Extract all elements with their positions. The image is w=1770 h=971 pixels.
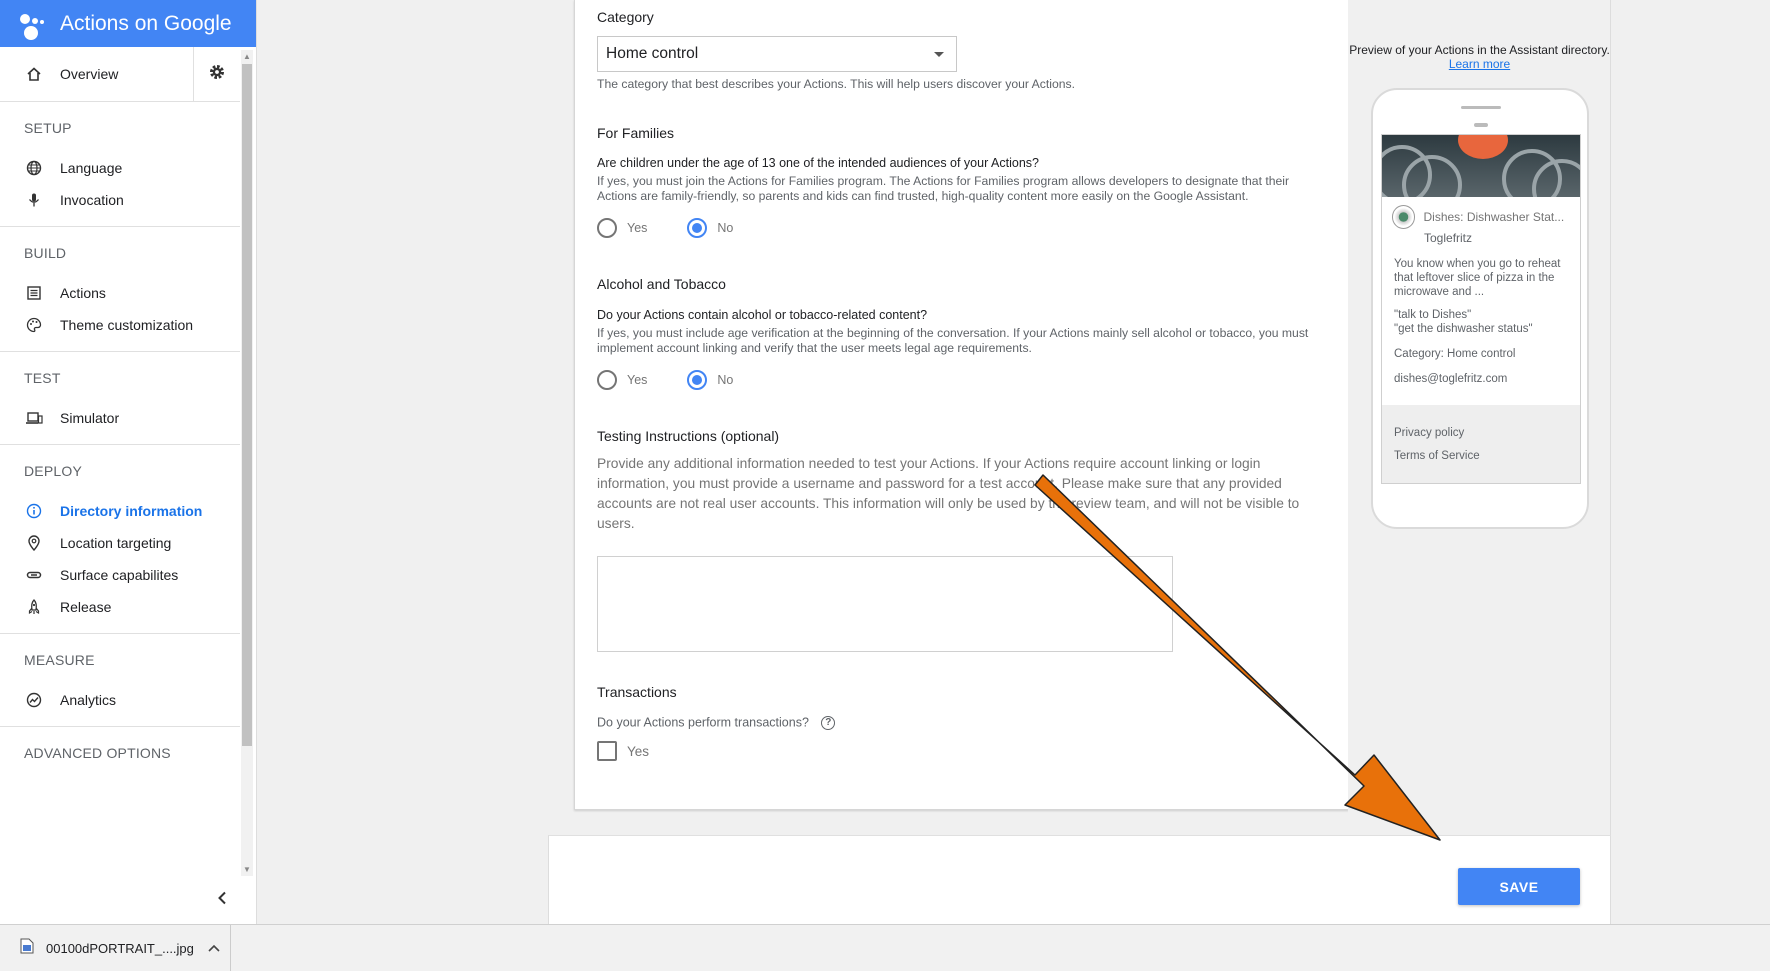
download-file-name: 00100dPORTRAIT_....jpg xyxy=(46,940,194,956)
download-bar: 00100dPORTRAIT_....jpg xyxy=(0,924,1770,971)
annotation-arrow xyxy=(1034,474,1441,841)
image-file-icon xyxy=(20,938,34,959)
chevron-up-icon[interactable] xyxy=(208,941,220,955)
download-item[interactable]: 00100dPORTRAIT_....jpg xyxy=(0,925,231,971)
